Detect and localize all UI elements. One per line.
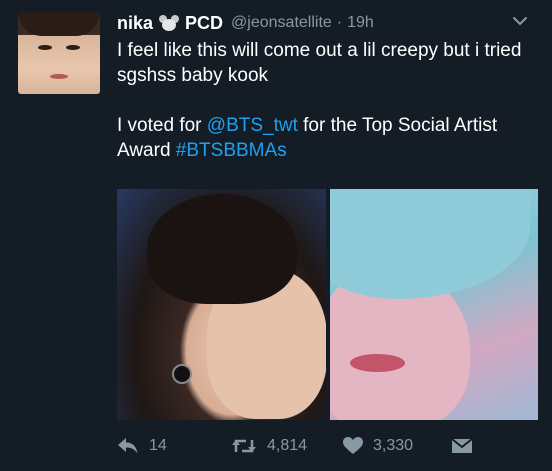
like-count: 3,330 (373, 437, 414, 454)
retweet-count: 4,814 (267, 437, 308, 454)
tweet-vote-line: I voted for @BTS_twt for the Top Social … (117, 113, 542, 163)
tweet-actions: 14 4,814 3,330 (117, 433, 473, 459)
hashtag-link[interactable]: #BTSBBMAs (176, 140, 287, 161)
mouse-face-emoji-icon (159, 15, 180, 31)
direct-message-button[interactable] (451, 437, 473, 455)
separator-dot: · (336, 14, 343, 31)
face-photo-right[interactable] (329, 189, 538, 420)
display-name-suffix[interactable]: PCD (185, 13, 223, 34)
vote-prefix: I voted for (117, 115, 207, 136)
avatar[interactable] (18, 12, 100, 94)
heart-icon (343, 437, 363, 454)
retweet-button[interactable]: 4,814 (231, 437, 343, 455)
tweet-media (117, 189, 538, 420)
user-handle[interactable]: @jeonsatellite (231, 14, 332, 32)
avatar-eye (66, 45, 80, 50)
tweet-text-line: I feel like this will come out a lil cre… (117, 40, 522, 86)
tweet-header: nika PCD @jeonsatellite · 19h (117, 10, 374, 36)
reply-count: 14 (149, 437, 167, 454)
reply-icon (118, 438, 138, 454)
tweet-text: I feel like this will come out a lil cre… (117, 38, 542, 163)
direct-message-icon (451, 438, 473, 453)
mention-link[interactable]: @BTS_twt (207, 115, 298, 136)
chevron-down-icon[interactable] (513, 14, 527, 28)
like-button[interactable]: 3,330 (343, 437, 451, 455)
avatar-mouth (50, 74, 68, 79)
face-photo-left[interactable] (117, 189, 326, 420)
retweet-icon (232, 439, 256, 453)
avatar-hair (18, 12, 100, 36)
avatar-eye (38, 45, 52, 50)
display-name[interactable]: nika (117, 13, 153, 34)
reply-button[interactable]: 14 (117, 437, 231, 455)
timestamp[interactable]: 19h (347, 14, 374, 32)
